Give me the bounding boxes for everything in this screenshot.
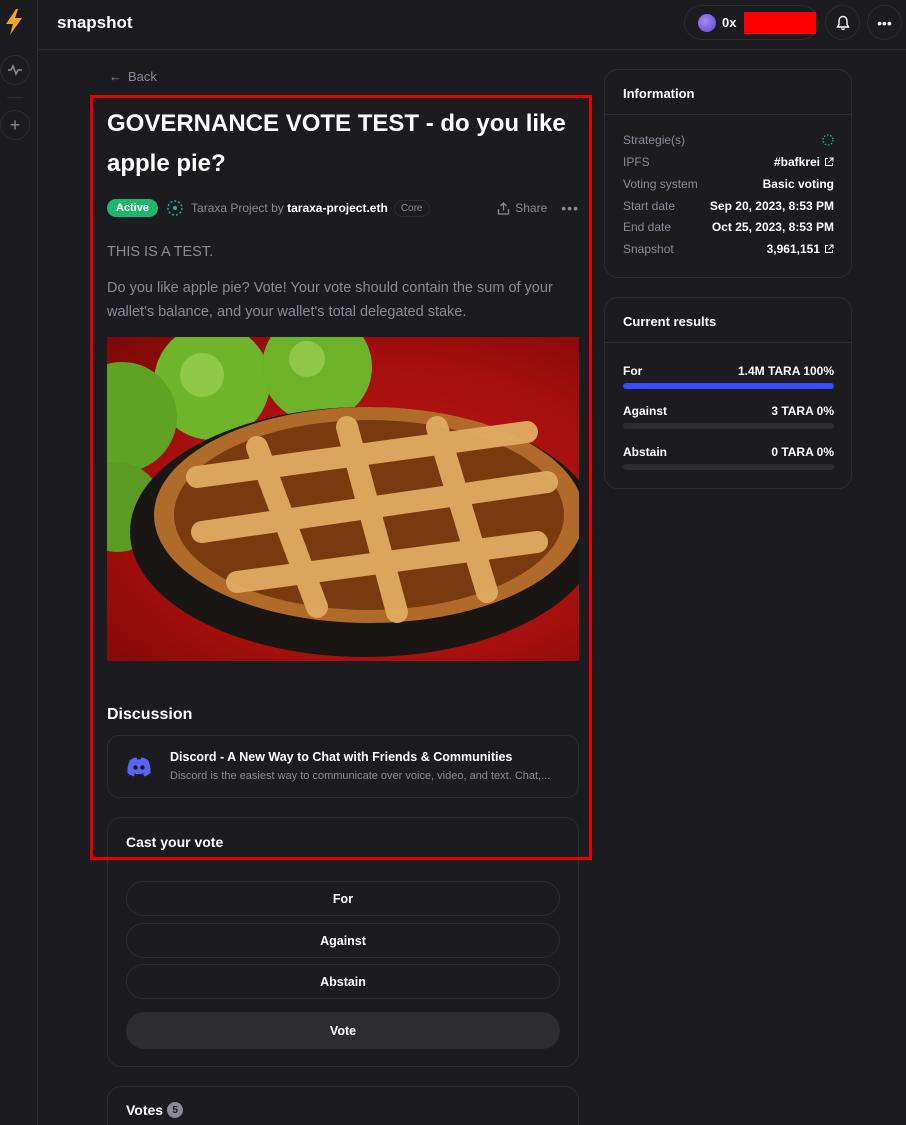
- discord-icon: [127, 757, 151, 777]
- info-label: Voting system: [623, 177, 698, 191]
- info-label: Snapshot: [623, 242, 674, 256]
- result-bar-for: [623, 383, 834, 389]
- information-heading: Information: [605, 70, 851, 115]
- account-button[interactable]: 0x: [684, 5, 819, 40]
- top-bar: snapshot 0x •••: [38, 0, 906, 50]
- plus-icon: +: [9, 115, 21, 135]
- lightning-icon[interactable]: [3, 8, 25, 36]
- discussion-link-title: Discord - A New Way to Chat with Friends…: [170, 750, 513, 764]
- info-value: Basic voting: [762, 177, 834, 191]
- information-card: Information Strategie(s) IPFS #bafkrei V…: [604, 69, 852, 278]
- result-value: 3 TARA 0%: [771, 404, 834, 418]
- result-bar-abstain: [623, 464, 834, 470]
- info-row-strategies: Strategie(s): [623, 133, 834, 147]
- discussion-heading: Discussion: [107, 706, 193, 723]
- result-row-against: Against 3 TARA 0%: [623, 404, 834, 418]
- space-name: Taraxa Project: [191, 201, 268, 215]
- activity-button[interactable]: [0, 55, 30, 85]
- proposal-body-line-1: THIS IS A TEST.: [107, 244, 214, 260]
- add-space-button[interactable]: +: [0, 110, 30, 140]
- votes-count-badge: 5: [167, 1102, 184, 1118]
- choice-for-button[interactable]: For: [126, 881, 560, 916]
- proposal-meta: Active Taraxa Project by taraxa-project.…: [107, 197, 579, 219]
- info-value: 3,961,151: [766, 242, 820, 256]
- proposal-body-line-2: Do you like apple pie? Vote! Your vote s…: [107, 280, 553, 320]
- votes-heading-label: Votes: [126, 1102, 164, 1118]
- info-label: Strategie(s): [623, 133, 686, 147]
- result-value: 1.4M TARA 100%: [737, 364, 834, 378]
- result-row-abstain: Abstain 0 TARA 0%: [623, 445, 834, 459]
- menu-button[interactable]: •••: [867, 5, 902, 40]
- result-fill: [623, 383, 834, 389]
- author-name[interactable]: taraxa-project.eth: [287, 201, 388, 215]
- discussion-link-description: Discord is the easiest way to communicat…: [170, 770, 551, 782]
- proposal-more-icon[interactable]: •••: [561, 200, 579, 216]
- results-heading: Current results: [605, 298, 851, 343]
- external-link-icon: [825, 244, 834, 253]
- status-badge: Active: [107, 199, 159, 217]
- info-row-start-date: Start date Sep 20, 2023, 8:53 PM: [623, 199, 834, 213]
- left-rail: +: [0, 0, 38, 1125]
- info-value: #bafkrei: [773, 155, 820, 169]
- space-avatar-icon[interactable]: [167, 200, 183, 216]
- avatar: [698, 13, 716, 32]
- votes-card: Votes 5: [107, 1086, 579, 1125]
- proposal-title: GOVERNANCE VOTE TEST - do you like apple…: [107, 110, 566, 177]
- by-label: by: [271, 201, 284, 215]
- core-badge: Core: [393, 199, 430, 217]
- results-card: Current results For 1.4M TARA 100% Again…: [604, 297, 852, 489]
- choice-abstain-button[interactable]: Abstain: [126, 964, 560, 999]
- result-label: Abstain: [623, 445, 668, 459]
- external-link-icon: [825, 157, 834, 166]
- info-row-end-date: End date Oct 25, 2023, 8:53 PM: [623, 220, 834, 234]
- strategy-icon[interactable]: [822, 134, 834, 146]
- info-label: Start date: [623, 199, 676, 213]
- app-logo[interactable]: snapshot: [57, 13, 133, 33]
- notifications-button[interactable]: [825, 5, 860, 40]
- result-label: Against: [623, 404, 668, 418]
- cast-vote-card: Cast your vote For Against Abstain Vote: [107, 817, 579, 1067]
- vote-button[interactable]: Vote: [126, 1012, 560, 1049]
- choice-against-button[interactable]: Against: [126, 923, 560, 958]
- share-label: Share: [515, 201, 548, 215]
- space-link[interactable]: Taraxa Project by taraxa-project.eth: [191, 201, 388, 215]
- arrow-left-icon: ←: [109, 69, 122, 84]
- info-row-voting-system: Voting system Basic voting: [623, 177, 834, 191]
- result-value: 0 TARA 0%: [771, 445, 834, 459]
- info-value: Oct 25, 2023, 8:53 PM: [711, 220, 834, 234]
- result-label: For: [623, 364, 643, 378]
- result-row-for: For 1.4M TARA 100%: [623, 364, 834, 378]
- ipfs-link[interactable]: #bafkrei: [774, 155, 834, 169]
- redacted-address: [744, 11, 817, 34]
- cast-vote-heading: Cast your vote: [126, 834, 224, 850]
- share-button[interactable]: Share: [497, 201, 547, 215]
- info-row-ipfs: IPFS #bafkrei: [623, 155, 834, 169]
- bell-icon: [835, 15, 850, 30]
- back-label: Back: [128, 69, 157, 84]
- share-icon: [498, 201, 510, 215]
- rail-divider: [7, 97, 23, 98]
- votes-heading: Votes 5: [126, 1102, 184, 1118]
- more-icon: •••: [877, 14, 892, 31]
- info-label: IPFS: [623, 155, 650, 169]
- apple-pie-image: [107, 337, 579, 661]
- info-value: Sep 20, 2023, 8:53 PM: [709, 199, 834, 213]
- account-address: 0x: [722, 15, 737, 30]
- back-link[interactable]: ← Back: [109, 69, 157, 84]
- info-row-snapshot: Snapshot 3,961,151: [623, 242, 834, 256]
- snapshot-link[interactable]: 3,961,151: [767, 242, 834, 256]
- discussion-link-card[interactable]: Discord - A New Way to Chat with Friends…: [107, 735, 579, 798]
- activity-icon: [8, 64, 22, 76]
- info-label: End date: [623, 220, 672, 234]
- result-bar-against: [623, 423, 834, 429]
